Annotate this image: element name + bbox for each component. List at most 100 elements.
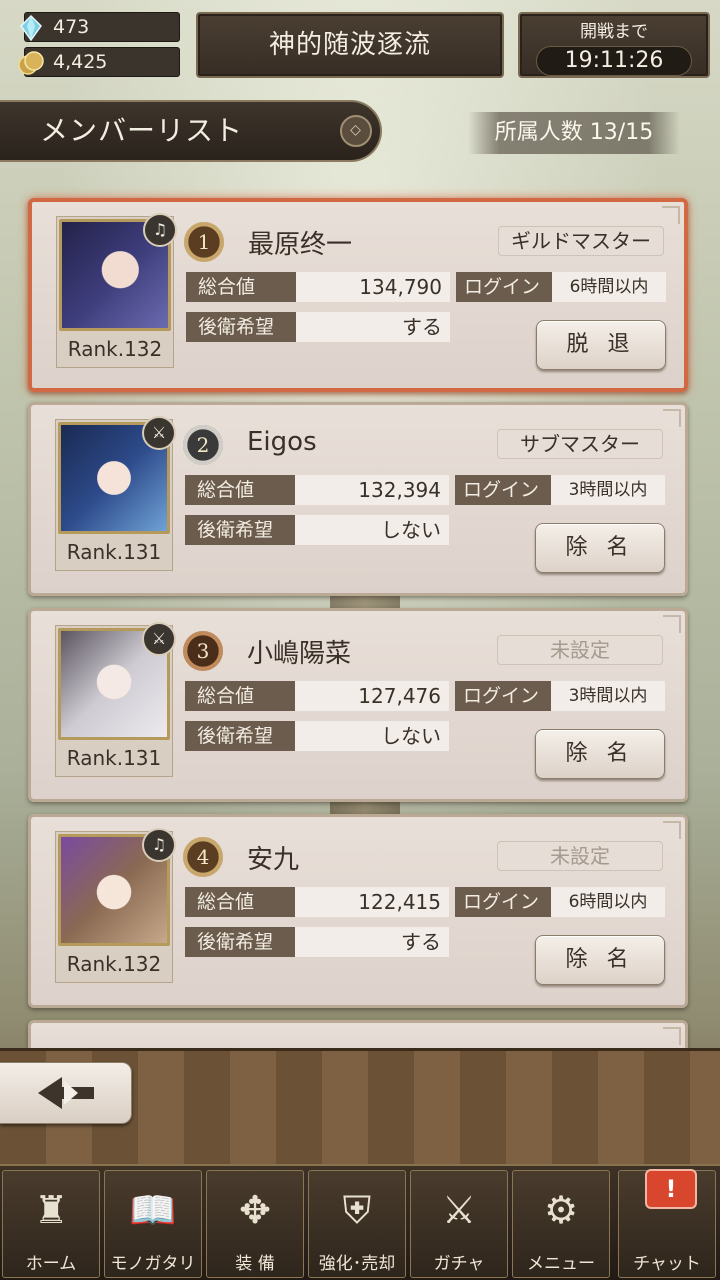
chat-alert-icon: ! [645, 1169, 697, 1209]
total-power-label: 総合値 [185, 887, 295, 917]
nav-enhance[interactable]: ⛨ 強化･売却 [308, 1170, 406, 1278]
login-value: 6時間以内 [552, 272, 666, 302]
member-rank: Rank.131 [66, 746, 162, 770]
total-power-row: 総合値 134,790 [186, 272, 450, 302]
member-card: ♫ Rank.132 4 安九 未設定 総合値 122,415 後衛希望 する … [28, 814, 688, 1008]
rank-medal-icon: 3 [183, 631, 223, 671]
crystal-counter: 473 [20, 12, 180, 42]
login-row: ログイン 6時間以内 [456, 272, 666, 302]
total-power-row: 総合値 122,415 [185, 887, 449, 917]
login-label: ログイン [455, 681, 551, 711]
total-power-label: 総合値 [186, 272, 296, 302]
role-badge: 未設定 [497, 841, 663, 871]
login-row: ログイン 6時間以内 [455, 887, 665, 917]
member-portrait-frame[interactable]: ⚔ Rank.131 [55, 416, 176, 571]
rear-preference-value: する [296, 312, 450, 342]
login-label: ログイン [455, 887, 551, 917]
rear-preference-row: 後衛希望 する [185, 927, 449, 957]
gear-icon: ⚙ [543, 1188, 579, 1232]
login-row: ログイン 3時間以内 [455, 681, 665, 711]
nav-home[interactable]: ♜ ホーム [2, 1170, 100, 1278]
login-value: 3時間以内 [551, 475, 665, 505]
member-card: ♫ Rank.132 1 最原终一 ギルドマスター 総合値 134,790 後衛… [28, 198, 688, 392]
total-power-value: 122,415 [295, 887, 449, 917]
member-rank: Rank.131 [66, 540, 162, 564]
harp-icon: ♫ [143, 213, 177, 247]
login-value: 3時間以内 [551, 681, 665, 711]
rear-preference-value: しない [295, 515, 449, 545]
total-power-row: 総合値 127,476 [185, 681, 449, 711]
login-value: 6時間以内 [551, 887, 665, 917]
book-icon: 📖 [129, 1188, 177, 1232]
nav-gacha[interactable]: ⚔ ガチャ [410, 1170, 508, 1278]
nav-chat[interactable]: ! チャット [618, 1169, 716, 1278]
login-row: ログイン 3時間以内 [455, 475, 665, 505]
nav-menu[interactable]: ⚙ メニュー [512, 1170, 610, 1278]
battle-countdown: 19:11:26 [536, 46, 692, 76]
expel-button[interactable]: 除 名 [535, 935, 665, 985]
total-power-value: 132,394 [295, 475, 449, 505]
total-power-row: 総合値 132,394 [185, 475, 449, 505]
member-rank: Rank.132 [66, 952, 162, 976]
login-label: ログイン [455, 475, 551, 505]
back-button[interactable] [0, 1062, 132, 1124]
nav-enhance-label: 強化･売却 [318, 1254, 396, 1274]
member-portrait-frame[interactable]: ♫ Rank.132 [56, 213, 177, 368]
member-count: 所属人数 13/15 [468, 112, 680, 154]
login-label: ログイン [456, 272, 552, 302]
nav-equip-label: 装 備 [235, 1254, 275, 1274]
rear-preference-value: する [295, 927, 449, 957]
sword-icon: ⚔ [142, 416, 176, 450]
member-rank: Rank.132 [67, 337, 163, 361]
total-power-label: 総合値 [185, 681, 295, 711]
sort-toggle-icon[interactable]: ◇ [340, 115, 372, 147]
nav-gacha-label: ガチャ [433, 1254, 485, 1274]
puppet-icon: ✥ [239, 1188, 271, 1232]
guild-name: 神的随波逐流 [196, 12, 504, 78]
member-name: 最原终一 [248, 230, 353, 260]
helmet-icon: ⛨ [342, 1188, 372, 1232]
member-name: 小嶋陽菜 [247, 639, 352, 669]
member-list-title: メンバーリスト [40, 114, 244, 147]
battle-timer: 開戦まで 19:11:26 [518, 12, 710, 78]
rear-preference-label: 後衛希望 [185, 721, 295, 751]
nav-home-label: ホーム [25, 1254, 77, 1274]
rear-preference-label: 後衛希望 [185, 927, 295, 957]
role-badge: サブマスター [497, 429, 663, 459]
crossed-swords-icon: ⚔ [441, 1188, 477, 1232]
rear-preference-row: 後衛希望 しない [185, 721, 449, 751]
nav-chat-label: チャット [633, 1254, 701, 1274]
top-bar: 473 4,425 神的随波逐流 開戦まで 19:11:26 [0, 0, 720, 90]
nav-menu-label: メニュー [527, 1254, 595, 1274]
role-badge: ギルドマスター [498, 226, 664, 256]
castle-icon: ♜ [33, 1188, 69, 1232]
expel-button[interactable]: 除 名 [535, 729, 665, 779]
leave-button[interactable]: 脱 退 [536, 320, 666, 370]
total-power-value: 134,790 [296, 272, 450, 302]
crystal-amount: 473 [53, 16, 90, 38]
member-list-title-bar: メンバーリスト ◇ [0, 100, 382, 162]
rear-preference-value: しない [295, 721, 449, 751]
rear-preference-label: 後衛希望 [186, 312, 296, 342]
expel-button[interactable]: 除 名 [535, 523, 665, 573]
role-badge: 未設定 [497, 635, 663, 665]
crystal-icon [20, 14, 42, 42]
battle-timer-label: 開戦まで [580, 22, 648, 42]
member-name: Eigos [247, 427, 317, 457]
sword-icon: ⚔ [142, 622, 176, 656]
rank-medal-icon: 4 [183, 837, 223, 877]
bottom-navigation: ♜ ホーム 📖 モノガタリ ✥ 装 備 ⛨ 強化･売却 ⚔ ガチャ ⚙ メニュー… [0, 1164, 720, 1280]
nav-story[interactable]: 📖 モノガタリ [104, 1170, 202, 1278]
member-card: ⚔ Rank.131 3 小嶋陽菜 未設定 総合値 127,476 後衛希望 し… [28, 608, 688, 802]
member-name: 安九 [247, 845, 300, 875]
back-arrow-icon [37, 1077, 94, 1109]
rear-preference-row: 後衛希望 する [186, 312, 450, 342]
coin-icon [18, 51, 44, 75]
member-card: ⚔ Rank.131 2 Eigos サブマスター 総合値 132,394 後衛… [28, 402, 688, 596]
harp-icon: ♫ [142, 828, 176, 862]
rear-preference-label: 後衛希望 [185, 515, 295, 545]
nav-equip[interactable]: ✥ 装 備 [206, 1170, 304, 1278]
member-portrait-frame[interactable]: ♫ Rank.132 [55, 828, 176, 983]
member-portrait-frame[interactable]: ⚔ Rank.131 [55, 622, 176, 777]
coin-counter: 4,425 [18, 47, 180, 77]
